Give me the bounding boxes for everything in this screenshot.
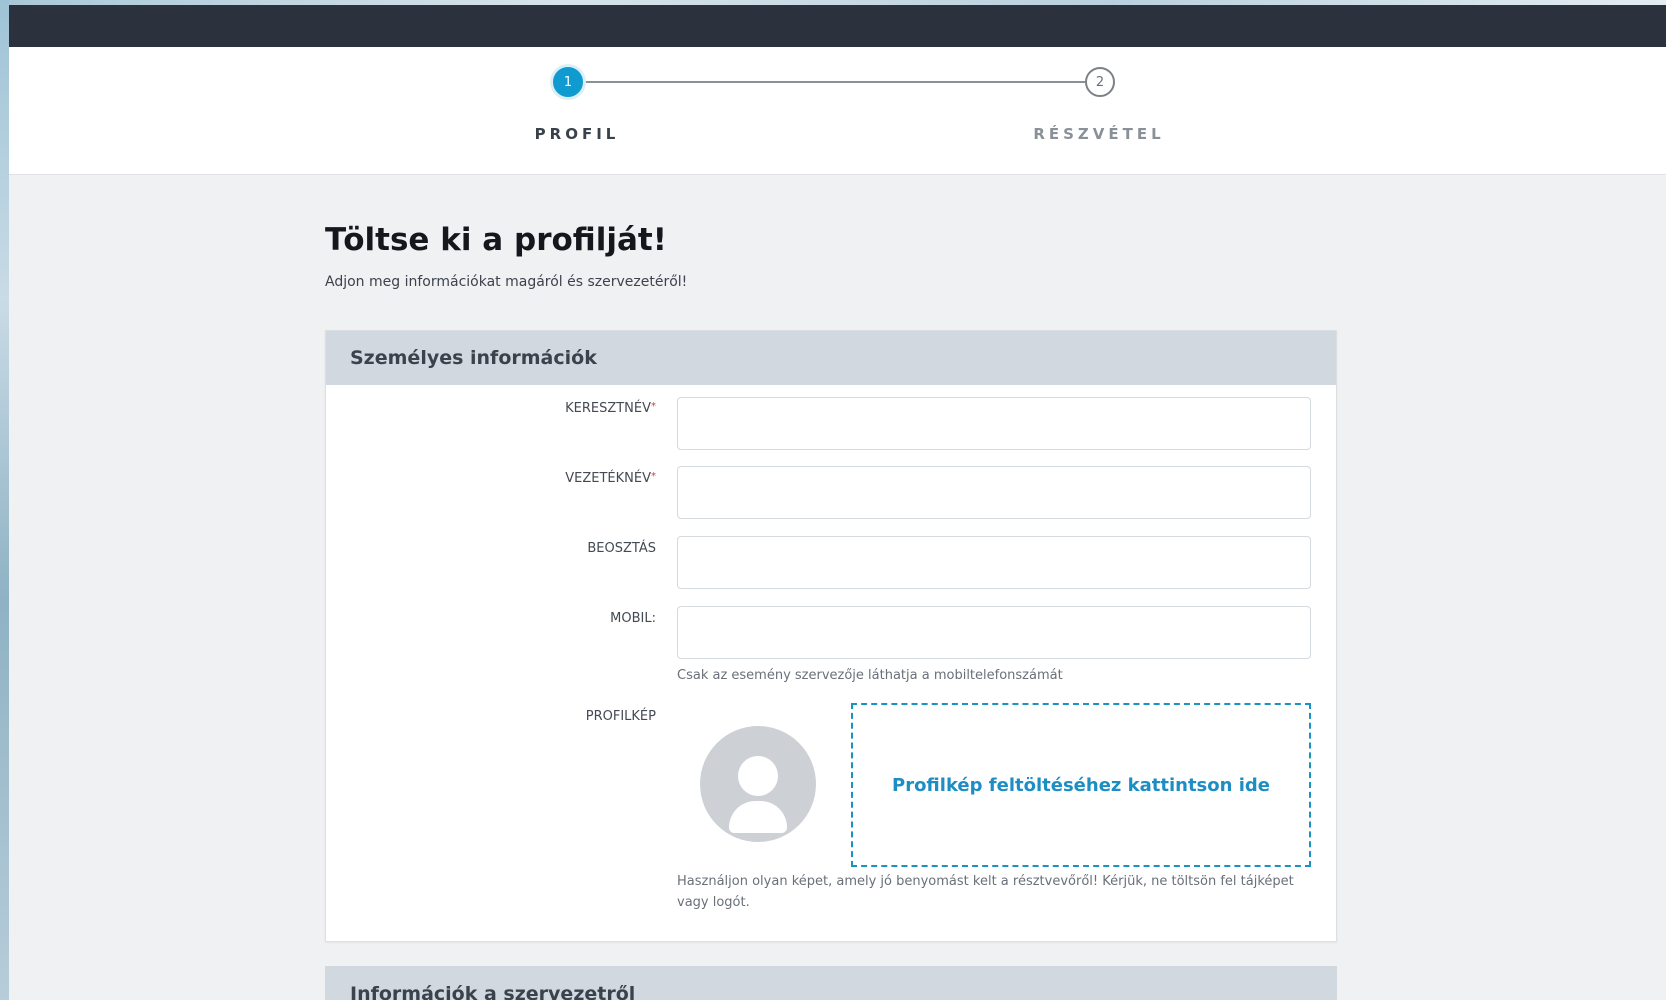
background-edge <box>0 0 9 1000</box>
profile-image-upload-dropzone[interactable]: Profilkép feltöltéséhez kattintson ide <box>851 703 1311 867</box>
first-name-label: KERESZTNÉV* <box>565 401 656 416</box>
top-navigation-bar <box>9 5 1666 47</box>
mobile-helper-text: Csak az esemény szervezője láthatja a mo… <box>677 668 1063 683</box>
profile-image-helper-text: Használjon olyan képet, amely jó benyomá… <box>677 874 1294 910</box>
profile-image-label: PROFILKÉP <box>585 709 656 724</box>
organization-info-header: Információk a szervezetről <box>350 983 636 1000</box>
user-silhouette-icon <box>700 726 816 842</box>
mobile-input[interactable] <box>677 606 1311 659</box>
progress-stepper: 1 2 PROFIL RÉSZVÉTEL <box>9 47 1666 175</box>
step-1-label[interactable]: PROFIL <box>477 125 677 143</box>
page-title: Töltse ki a profilját! <box>325 222 667 258</box>
position-label: BEOSZTÁS <box>587 541 656 556</box>
mobile-label: MOBIL: <box>610 611 656 626</box>
position-input[interactable] <box>677 536 1311 589</box>
personal-info-card: Személyes információk KERESZTNÉV* VEZETÉ… <box>325 330 1337 942</box>
page-subtitle: Adjon meg információkat magáról és szerv… <box>325 274 688 290</box>
organization-info-card: Információk a szervezetről <box>325 966 1337 1000</box>
last-name-label: VEZETÉKNÉV* <box>565 471 656 486</box>
required-mark: * <box>651 401 656 412</box>
step-1-indicator[interactable]: 1 <box>553 67 583 97</box>
personal-info-header: Személyes információk <box>326 331 1336 385</box>
step-2-label[interactable]: RÉSZVÉTEL <box>999 125 1199 143</box>
required-mark: * <box>651 471 656 482</box>
first-name-input[interactable] <box>677 397 1311 450</box>
step-2-indicator[interactable]: 2 <box>1085 67 1115 97</box>
stepper-connector-line <box>578 81 1101 83</box>
last-name-input[interactable] <box>677 466 1311 519</box>
